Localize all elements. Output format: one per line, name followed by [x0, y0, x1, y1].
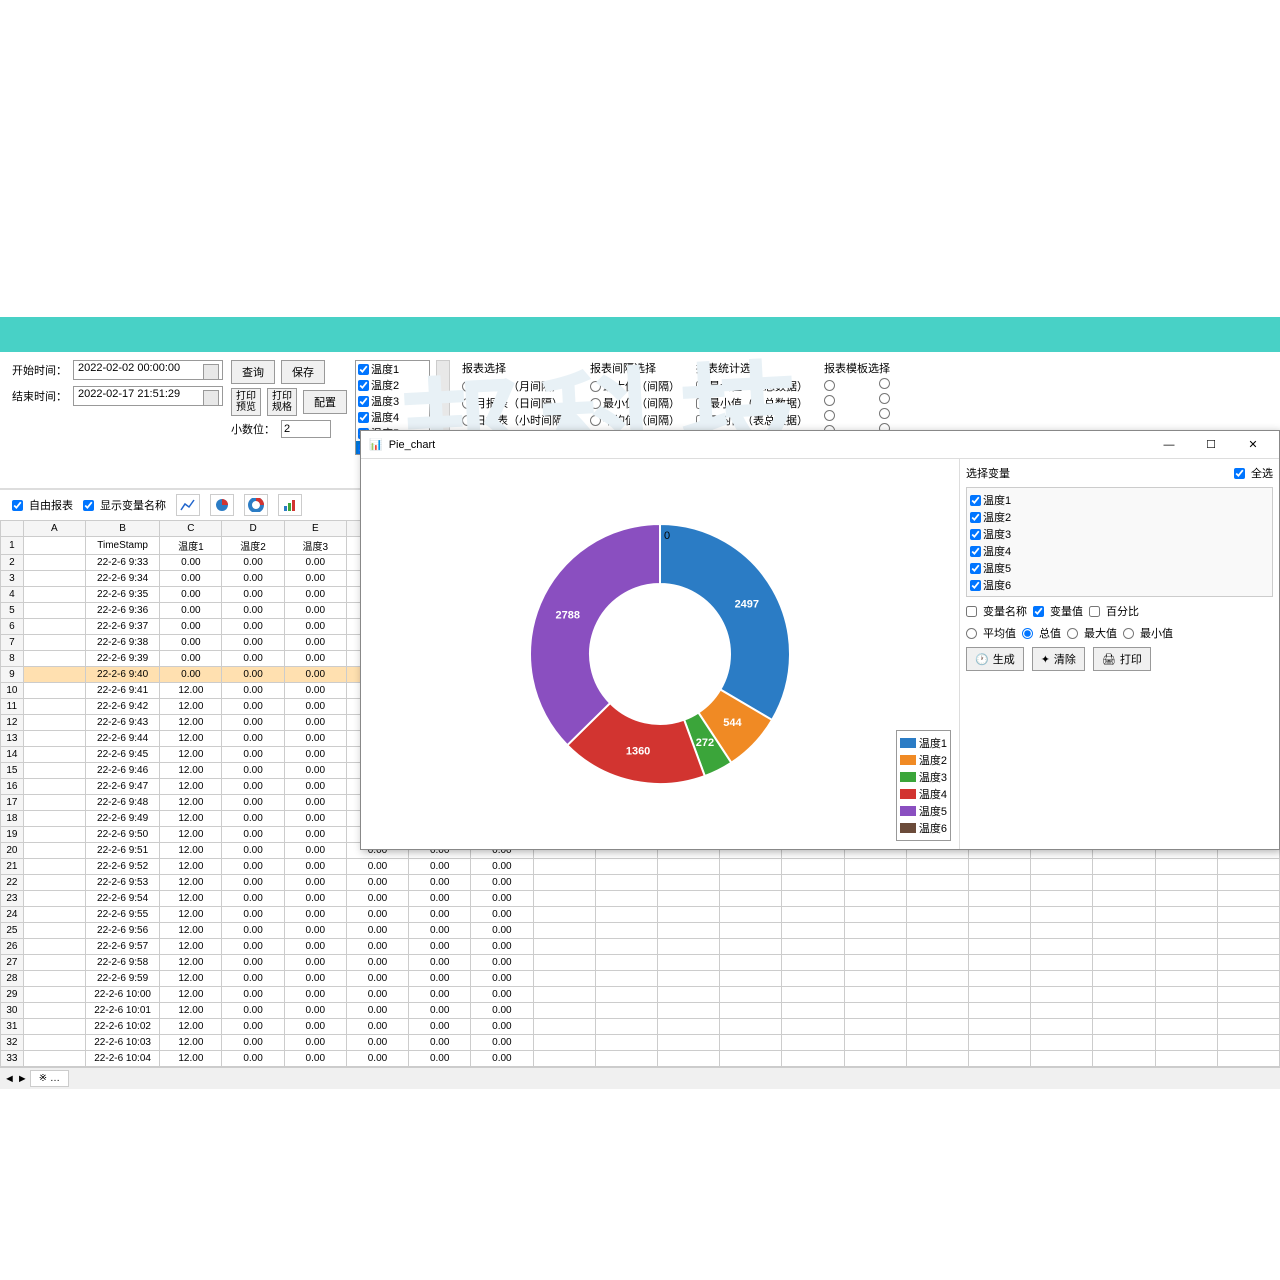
opt-min-radio[interactable]: 最小值 — [1123, 625, 1173, 641]
template-radio-6[interactable] — [879, 408, 890, 419]
template-radio-3[interactable] — [824, 395, 835, 406]
clock-icon: 🕐 — [975, 653, 989, 666]
svg-text:0: 0 — [664, 530, 670, 542]
sheet-tabstrip[interactable]: ◄► ※ … — [0, 1067, 1280, 1089]
popup-var-item[interactable]: 温度4 — [970, 543, 1269, 559]
decimals-label: 小数位： — [231, 421, 275, 437]
template-radio-2[interactable] — [879, 378, 890, 389]
svg-text:272: 272 — [696, 737, 714, 749]
maximize-button[interactable]: ☐ — [1193, 433, 1229, 457]
svg-text:2497: 2497 — [735, 598, 759, 610]
pie-chart-icon[interactable] — [210, 494, 234, 516]
popup-var-item[interactable]: 温度3 — [970, 526, 1269, 542]
printer-icon: 🖨 — [1102, 653, 1116, 666]
opt-sum-radio[interactable]: 总值 — [1022, 625, 1061, 641]
line-chart-icon[interactable] — [176, 494, 200, 516]
config-button[interactable]: 配置 — [303, 390, 347, 414]
save-button[interactable]: 保存 — [281, 360, 325, 384]
clear-button[interactable]: ✦清除 — [1032, 647, 1085, 671]
print-format-button[interactable]: 打印规格 — [267, 388, 297, 416]
minimize-button[interactable]: — — [1151, 433, 1187, 457]
sheet-tab[interactable]: ※ … — [30, 1070, 69, 1087]
template-radio-5[interactable] — [824, 410, 835, 421]
popup-var-item[interactable]: 温度6 — [970, 577, 1269, 593]
donut-chart-icon[interactable] — [244, 494, 268, 516]
window-title: Pie_chart — [389, 439, 435, 451]
opt-percent-checkbox[interactable]: 百分比 — [1089, 603, 1139, 619]
select-var-label: 选择变量 — [966, 465, 1010, 481]
show-varnames-checkbox[interactable]: 显示变量名称 — [83, 497, 166, 513]
opt-varname-checkbox[interactable]: 变量名称 — [966, 603, 1027, 619]
popup-var-item[interactable]: 温度1 — [970, 492, 1269, 508]
opt-varval-checkbox[interactable]: 变量值 — [1033, 603, 1083, 619]
chart-legend: 温度1温度2温度3温度4温度5温度6 — [896, 730, 951, 841]
close-button[interactable]: ✕ — [1235, 433, 1271, 457]
end-time-label: 结束时间： — [12, 388, 67, 404]
template-radio-4[interactable] — [879, 393, 890, 404]
popup-var-item[interactable]: 温度5 — [970, 560, 1269, 576]
popup-var-item[interactable]: 温度2 — [970, 509, 1269, 525]
select-all-checkbox[interactable]: 全选 — [1234, 465, 1273, 481]
start-time-label: 开始时间： — [12, 362, 67, 378]
decimals-input[interactable] — [281, 420, 331, 438]
free-report-checkbox[interactable]: 自由报表 — [12, 497, 73, 513]
brush-icon: ✦ — [1041, 653, 1050, 666]
end-time-input[interactable]: 2022-02-17 21:51:29 — [73, 386, 223, 406]
print-preview-button[interactable]: 打印预览 — [231, 388, 261, 416]
window-icon: 📊 — [369, 438, 383, 451]
variable-select-box[interactable]: 温度1温度2温度3温度4温度5温度6 — [966, 487, 1273, 597]
svg-text:2788: 2788 — [556, 609, 580, 621]
svg-text:1360: 1360 — [626, 745, 650, 757]
pie-chart-window: 📊 Pie_chart — ☐ ✕ 2497 544 272 1360 2788 0 温度… — [360, 430, 1280, 850]
opt-max-radio[interactable]: 最大值 — [1067, 625, 1117, 641]
opt-avg-radio[interactable]: 平均值 — [966, 625, 1016, 641]
chart-canvas: 2497 544 272 1360 2788 0 温度1温度2温度3温度4温度5温度6 — [361, 459, 959, 849]
template-radio-1[interactable] — [824, 380, 835, 391]
bar-chart-icon[interactable] — [278, 494, 302, 516]
query-button[interactable]: 查询 — [231, 360, 275, 384]
print-button[interactable]: 🖨打印 — [1093, 647, 1151, 671]
svg-text:544: 544 — [723, 717, 742, 729]
generate-button[interactable]: 🕐生成 — [966, 647, 1024, 671]
start-time-input[interactable]: 2022-02-02 00:00:00 — [73, 360, 223, 380]
